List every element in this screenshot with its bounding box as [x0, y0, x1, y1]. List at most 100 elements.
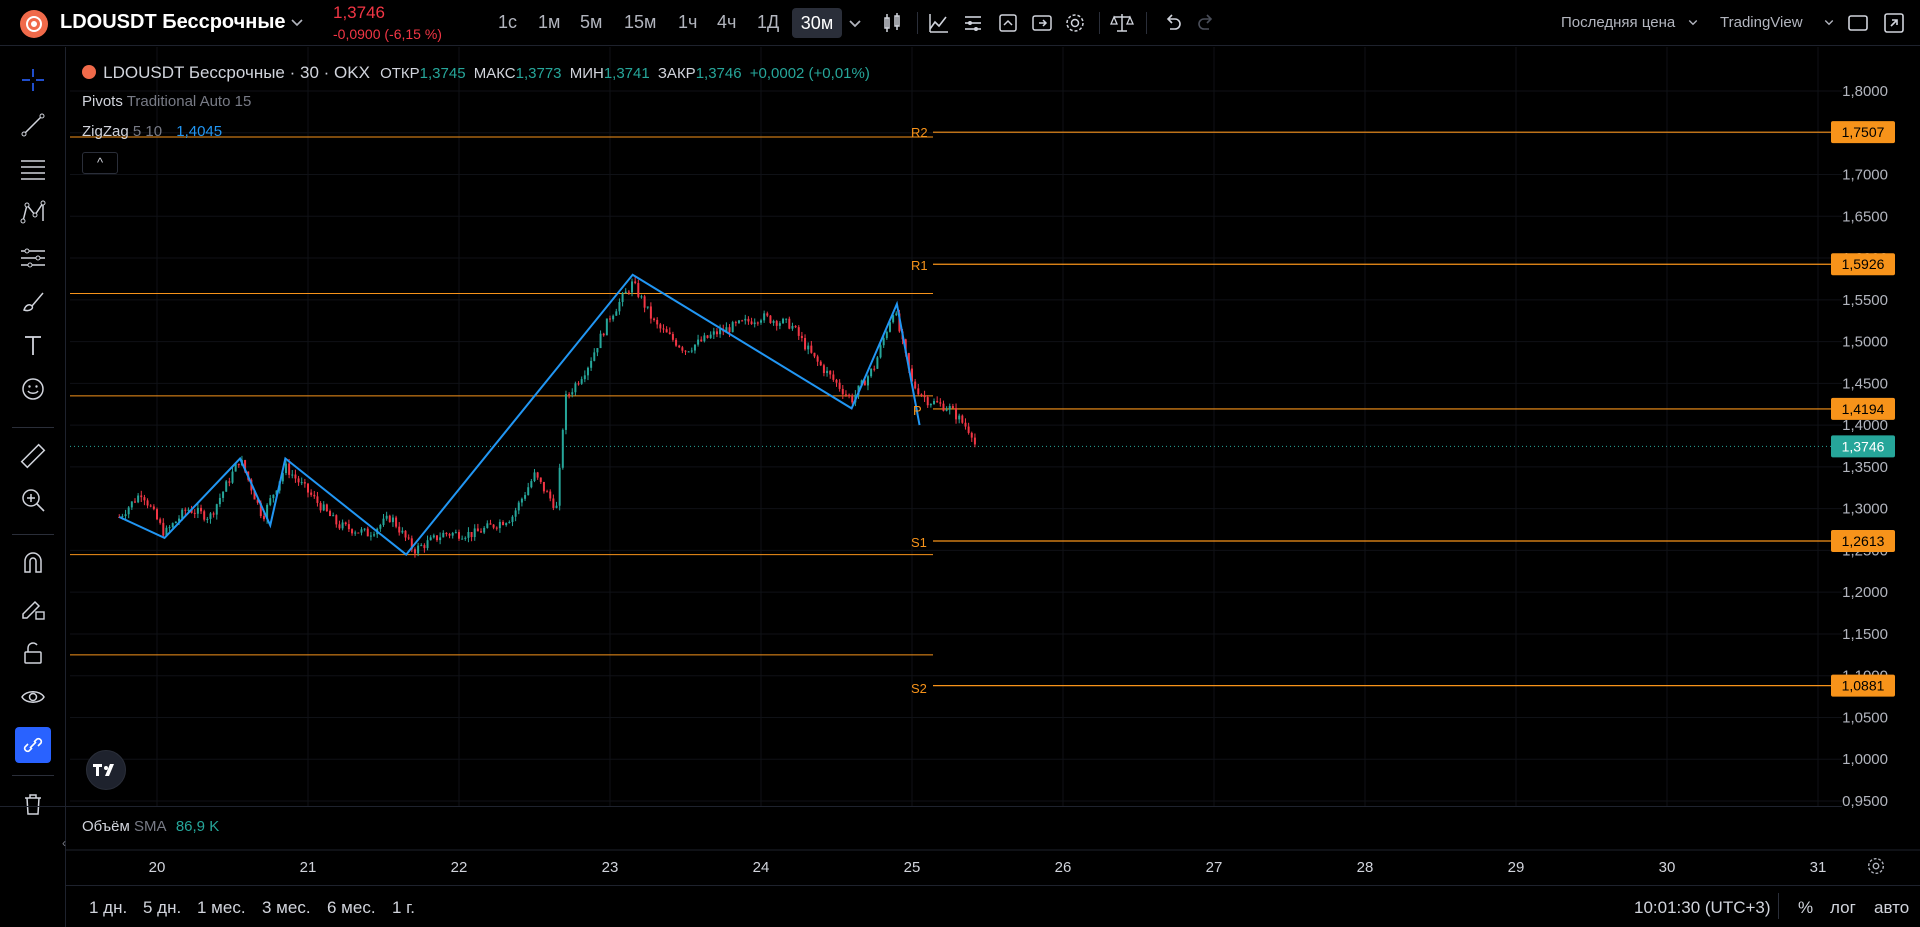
range-1m[interactable]: 1 мес.: [197, 898, 246, 918]
range-5d[interactable]: 5 дн.: [143, 898, 181, 918]
candle-body: [715, 331, 718, 335]
pivots-legend[interactable]: Pivots Traditional Auto 15: [82, 93, 251, 110]
candle-body: [325, 504, 328, 512]
candle-body: [870, 368, 873, 377]
candle-body: [826, 370, 829, 374]
percent-toggle[interactable]: %: [1798, 898, 1813, 918]
time-tick-label: 31: [1810, 859, 1827, 876]
pivot-label-r2: R2: [911, 125, 928, 140]
collapse-legend-button[interactable]: ^: [82, 152, 118, 174]
candle-body: [561, 429, 564, 468]
candle-body: [357, 532, 360, 534]
candle-body: [382, 518, 385, 525]
candle-body: [514, 510, 517, 517]
price-tick-label: 1,1500: [1842, 626, 1888, 643]
candle-body: [316, 496, 319, 503]
candle-body: [687, 351, 690, 353]
candle-body: [174, 521, 177, 524]
candle-body: [631, 281, 634, 293]
price-tick-label: 1,0500: [1842, 709, 1888, 726]
candle-body: [794, 325, 797, 328]
candle-body: [844, 394, 847, 396]
candle-body: [470, 531, 473, 538]
candle-body: [222, 491, 225, 498]
candle-body: [734, 322, 737, 324]
candle-body: [385, 515, 388, 519]
candle-body: [171, 523, 174, 528]
open-value: 1,3745: [419, 65, 466, 82]
candle-body: [785, 318, 788, 320]
candle-body: [917, 388, 920, 395]
candle-body: [681, 347, 684, 351]
zigzag-name: ZigZag: [82, 123, 129, 140]
candle-body: [936, 401, 939, 403]
open-label: ОТКР: [380, 65, 420, 82]
candle-body: [782, 318, 785, 324]
clock-timezone[interactable]: 10:01:30 (UTC+3): [1634, 898, 1771, 918]
price-tick-label: 1,0000: [1842, 751, 1888, 768]
candle-body: [347, 524, 350, 530]
pivots-name: Pivots: [82, 93, 123, 110]
candle-body: [483, 527, 486, 533]
auto-toggle[interactable]: авто: [1874, 898, 1909, 918]
candle-body: [800, 335, 803, 339]
log-toggle[interactable]: лог: [1830, 898, 1856, 918]
candle-body: [895, 313, 898, 316]
range-6m[interactable]: 6 мес.: [327, 898, 376, 918]
candle-body: [703, 335, 706, 342]
candle-body: [741, 320, 744, 322]
candle-body: [388, 515, 391, 523]
candle-body: [609, 318, 611, 320]
time-axis: 20 21 22 23 24 25 26 27 28 29 30 31: [66, 849, 1920, 876]
time-tick-label: 27: [1206, 859, 1223, 876]
candle-body: [637, 283, 640, 297]
candle-body: [319, 502, 322, 511]
time-tick-label: 21: [300, 859, 317, 876]
candle-body: [262, 516, 265, 520]
candle-body: [495, 527, 498, 529]
candle-body: [920, 394, 923, 396]
price-badge-label-r1: 1,5926: [1842, 256, 1885, 272]
candle-body: [791, 325, 794, 329]
candle-body: [458, 532, 460, 539]
axis-settings-gear-icon[interactable]: [1865, 855, 1887, 877]
candle-body: [750, 321, 753, 325]
candle-body: [527, 487, 530, 496]
range-1d[interactable]: 1 дн.: [89, 898, 127, 918]
candle-body: [237, 463, 240, 466]
candle-body: [530, 481, 533, 488]
time-tick-label: 28: [1357, 859, 1374, 876]
volume-ma: SMA: [133, 818, 166, 835]
candle-body: [719, 329, 722, 335]
zigzag-polyline: [118, 273, 921, 556]
candle-body: [753, 322, 756, 325]
candle-body: [835, 379, 838, 383]
candle-body: [379, 524, 382, 529]
volume-legend[interactable]: Объём SMA 86,9 K: [82, 818, 219, 835]
candle-body: [152, 506, 155, 510]
low-value: 1,3741: [603, 65, 650, 82]
candle-body: [586, 367, 589, 376]
price-tick-label: 1,6500: [1842, 208, 1888, 225]
zigzag-legend[interactable]: ZigZag 5 10 1,4045: [82, 123, 222, 140]
candle-body: [939, 402, 942, 404]
candle-body: [627, 291, 630, 293]
price-chart[interactable]: 1,80001,75001,70001,65001,60001,55001,50…: [0, 0, 1920, 927]
candle-body: [533, 472, 536, 482]
candle-body: [649, 306, 652, 319]
price-tick-label: 1,3000: [1842, 501, 1888, 518]
range-3m[interactable]: 3 мес.: [262, 898, 311, 918]
pivot-label-r1: R1: [911, 258, 928, 273]
time-tick-label: 20: [149, 859, 166, 876]
pivot-label-s2: S2: [911, 681, 927, 696]
candle-body: [769, 315, 772, 323]
candle-body: [143, 497, 146, 501]
candle-body: [923, 395, 926, 398]
volume-name: Объём: [82, 818, 130, 835]
tradingview-logo-icon[interactable]: [86, 750, 126, 790]
range-1y[interactable]: 1 г.: [392, 898, 415, 918]
candle-body: [763, 313, 766, 321]
candle-body: [162, 522, 165, 536]
candle-body: [813, 352, 816, 357]
high-value: 1,3773: [515, 65, 562, 82]
